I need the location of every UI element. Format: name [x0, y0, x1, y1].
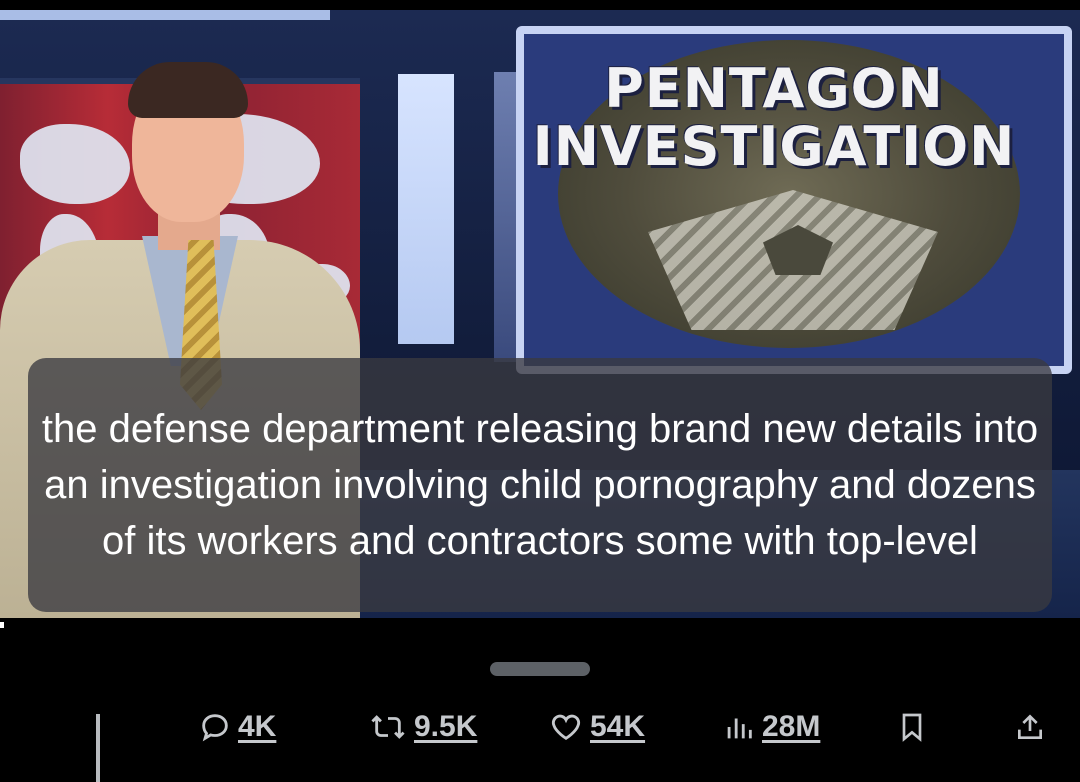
reply-count: 4K: [238, 710, 277, 743]
video-player[interactable]: PENTAGON INVESTIGATION the defense depar…: [0, 10, 1080, 618]
views-chart-icon: [722, 710, 756, 744]
views-count: 28M: [762, 710, 821, 743]
like-button[interactable]: 54K: [548, 704, 645, 750]
retweet-button[interactable]: 9.5K: [368, 704, 477, 750]
views-button[interactable]: 28M: [722, 704, 820, 750]
drag-handle[interactable]: [490, 662, 590, 676]
heart-icon: [548, 710, 584, 744]
tweet-action-bar: 4K 9.5K 54K 28M: [0, 704, 1080, 750]
video-caption: the defense department releasing brand n…: [28, 358, 1052, 612]
like-count: 54K: [590, 710, 646, 743]
caption-text: the defense department releasing brand n…: [41, 407, 1039, 563]
news-graphic-monitor: PENTAGON INVESTIGATION: [516, 26, 1072, 374]
share-button[interactable]: [1014, 704, 1046, 750]
studio-light-strip: [0, 10, 330, 20]
bookmark-icon: [896, 710, 928, 744]
reply-icon: [198, 710, 232, 744]
retweet-icon: [368, 710, 408, 744]
news-graphic-title: PENTAGON INVESTIGATION: [532, 57, 1016, 178]
share-icon: [1014, 710, 1046, 744]
studio-light-panel: [398, 74, 454, 344]
retweet-count: 9.5K: [414, 710, 478, 743]
reply-button[interactable]: 4K: [198, 704, 276, 750]
bookmark-button[interactable]: [896, 704, 928, 750]
progress-marker: [0, 622, 4, 628]
